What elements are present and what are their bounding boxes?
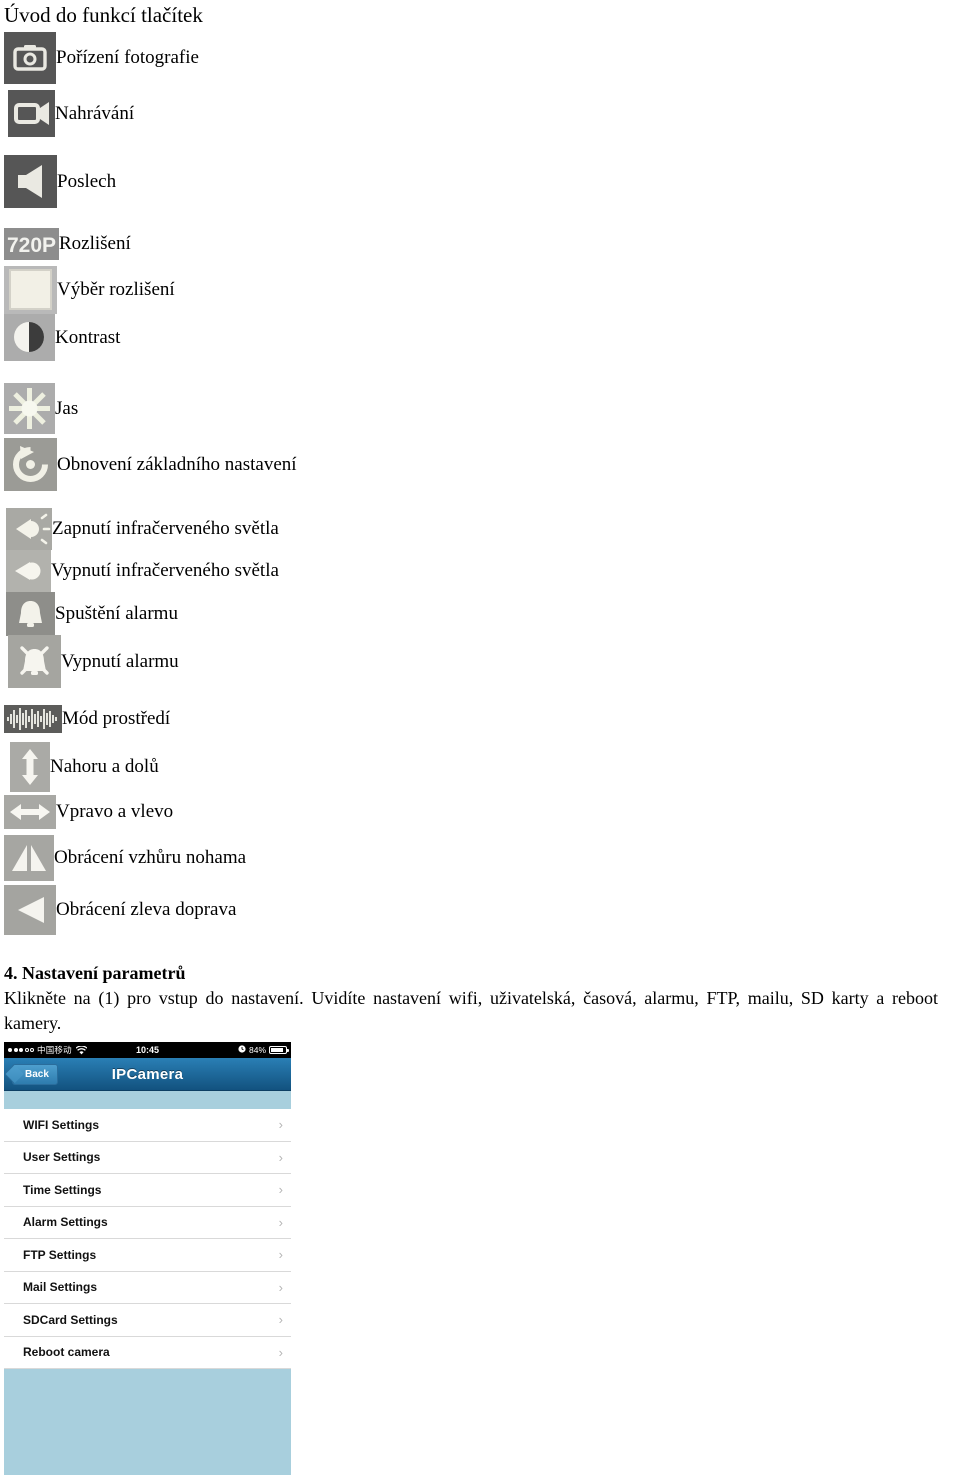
bottom-empty-panel <box>4 1369 291 1475</box>
signal-dots-icon <box>8 1048 34 1052</box>
resolution-square-icon <box>4 266 57 314</box>
legend-label: Obrácení vzhůru nohama <box>54 847 247 868</box>
legend-row: Mód prostředí <box>4 705 170 733</box>
arrow-updown-icon <box>10 742 50 792</box>
chevron-right-icon: › <box>278 1247 283 1263</box>
legend-label: Nahrávání <box>55 102 135 124</box>
back-button-label: Back <box>25 1068 49 1080</box>
reset-icon <box>4 438 57 491</box>
legend-label: Rozlišení <box>59 233 131 254</box>
legend-label: Spuštění alarmu <box>55 603 178 624</box>
legend-row: Vypnutí alarmu <box>8 635 179 688</box>
waveform-icon <box>4 705 62 733</box>
settings-item-label: User Settings <box>23 1150 101 1165</box>
status-bar: 中国移动 10:45 84% <box>4 1042 291 1058</box>
flip-vertical-icon <box>4 835 54 881</box>
legend-label: Mód prostředí <box>62 708 171 729</box>
chevron-right-icon: › <box>278 1117 283 1133</box>
settings-item-label: WIFI Settings <box>23 1117 99 1132</box>
legend-row: Spuštění alarmu <box>6 592 178 636</box>
battery-icon <box>269 1046 289 1054</box>
legend-label: Jas <box>55 397 79 419</box>
chevron-right-icon: › <box>278 1279 283 1295</box>
section-heading: 4. Nastavení parametrů <box>4 963 186 983</box>
camera-icon <box>4 32 56 84</box>
legend-row: Nahoru a dolů <box>10 742 159 792</box>
legend-label: Vypnutí alarmu <box>61 650 179 672</box>
chevron-right-icon: › <box>278 1149 283 1165</box>
legend-row: Obrácení vzhůru nohama <box>4 835 246 881</box>
legend-row: Vpravo a vlevo <box>4 795 173 829</box>
legend-label: Zapnutí infračerveného světla <box>52 518 279 539</box>
settings-item-label: FTP Settings <box>23 1247 97 1262</box>
settings-item-sdcard[interactable]: SDCard Settings › <box>4 1304 291 1337</box>
arrow-leftright-icon <box>4 795 56 829</box>
alarm-clock-icon <box>238 1045 246 1055</box>
settings-item-wifi[interactable]: WIFI Settings › <box>4 1109 291 1142</box>
legend-label: Poslech <box>57 170 117 192</box>
page-title: Úvod do funkcí tlačítek <box>4 3 203 27</box>
legend-label: Obnovení základního nastavení <box>57 453 297 475</box>
wifi-icon <box>75 1045 87 1055</box>
section-body-text: Klikněte na (1) pro vstup do nastavení. … <box>4 988 938 1033</box>
chevron-right-icon: › <box>278 1312 283 1328</box>
settings-item-ftp[interactable]: FTP Settings › <box>4 1239 291 1272</box>
chevron-right-icon: › <box>278 1344 283 1360</box>
status-bar-right: 84% <box>238 1045 289 1055</box>
legend-label: Kontrast <box>55 326 121 348</box>
legend-row: Obnovení základního nastavení <box>4 438 297 491</box>
speaker-icon <box>4 155 57 208</box>
legend-row: 720P Rozlišení <box>4 228 131 260</box>
legend-label: Pořízení fotografie <box>56 47 199 68</box>
settings-item-reboot[interactable]: Reboot camera › <box>4 1337 291 1369</box>
settings-item-label: SDCard Settings <box>23 1312 118 1327</box>
legend-row: Obrácení zleva doprava <box>4 885 236 935</box>
settings-item-mail[interactable]: Mail Settings › <box>4 1272 291 1304</box>
settings-item-alarm[interactable]: Alarm Settings › <box>4 1207 291 1239</box>
settings-list: WIFI Settings › User Settings › Time Set… <box>4 1109 291 1369</box>
legend-row: Zapnutí infračerveného světla <box>6 508 279 550</box>
chevron-right-icon: › <box>278 1214 283 1230</box>
flip-horizontal-icon <box>4 885 56 935</box>
chevron-right-icon: › <box>278 1182 283 1198</box>
video-camera-icon <box>8 90 55 137</box>
legend-label: Nahoru a dolů <box>50 756 159 777</box>
legend-row: Výběr rozlišení <box>4 266 175 314</box>
nav-bar: Back IPCamera <box>4 1058 291 1091</box>
settings-item-label: Time Settings <box>23 1182 102 1197</box>
legend-label: Obrácení zleva doprava <box>56 899 237 920</box>
settings-item-label: Reboot camera <box>23 1345 110 1360</box>
legend-label: Výběr rozlišení <box>57 279 175 300</box>
legend-label: Vypnutí infračerveného světla <box>51 560 279 581</box>
bell-off-icon <box>8 635 61 688</box>
legend-row: Jas <box>4 383 78 434</box>
ir-light-on-icon <box>6 508 52 550</box>
legend-row: Nahrávání <box>8 90 134 137</box>
brightness-icon <box>4 383 55 434</box>
settings-item-label: Alarm Settings <box>23 1215 108 1230</box>
top-spacer-band <box>4 1091 291 1109</box>
settings-item-time[interactable]: Time Settings › <box>4 1174 291 1207</box>
legend-row: Pořízení fotografie <box>4 32 199 84</box>
legend-row: Vypnutí infračerveného světla <box>6 550 279 592</box>
settings-item-label: Mail Settings <box>23 1280 98 1295</box>
contrast-icon <box>4 314 55 361</box>
phone-screenshot: 中国移动 10:45 84% Back IPCamera WIFI Settin… <box>4 1042 291 1475</box>
settings-item-user[interactable]: User Settings › <box>4 1142 291 1174</box>
ir-light-off-icon <box>6 550 51 592</box>
svg-text:720P: 720P <box>7 234 56 257</box>
carrier-label: 中国移动 <box>37 1045 72 1055</box>
legend-label: Vpravo a vlevo <box>56 801 174 822</box>
legend-row: Poslech <box>4 155 116 208</box>
battery-percent-label: 84% <box>248 1045 266 1055</box>
bell-on-icon <box>6 592 55 636</box>
legend-row: Kontrast <box>4 314 120 361</box>
720p-icon: 720P <box>4 228 59 260</box>
